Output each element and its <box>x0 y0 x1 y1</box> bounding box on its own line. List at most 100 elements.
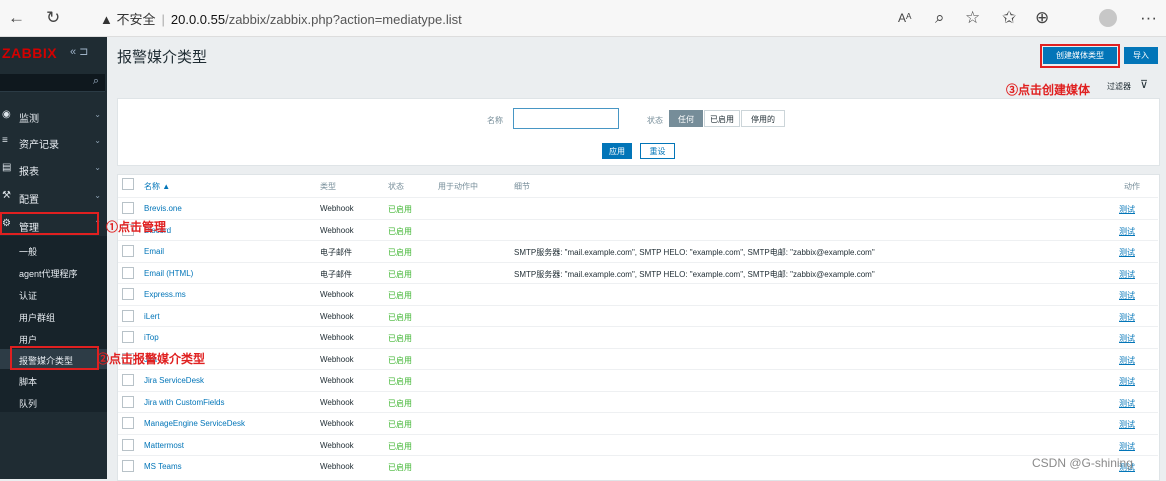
zabbix-logo[interactable]: ZABBIX <box>2 45 57 61</box>
row-test-link[interactable]: 测试 <box>1119 247 1135 258</box>
row-status[interactable]: 已启用 <box>388 462 412 473</box>
row-test-link[interactable]: 测试 <box>1119 226 1135 237</box>
row-checkbox[interactable] <box>122 245 134 257</box>
row-test-link[interactable]: 测试 <box>1119 398 1135 409</box>
select-all-checkbox[interactable] <box>122 178 134 190</box>
header-used-in-actions: 用于动作中 <box>438 182 478 191</box>
row-name-link[interactable]: iTop <box>144 333 159 342</box>
apply-button[interactable]: 应用 <box>602 143 632 159</box>
row-status[interactable]: 已启用 <box>388 247 412 258</box>
submenu-item-authentication[interactable]: 认证 <box>0 284 107 304</box>
row-type: 电子邮件 <box>320 248 352 257</box>
watermark: CSDN @G-shining <box>1032 456 1133 470</box>
row-details: SMTP服务器: "mail.example.com", SMTP HELO: … <box>514 269 875 279</box>
row-test-link[interactable]: 测试 <box>1119 355 1135 366</box>
status-disabled-option[interactable]: 停用的 <box>741 110 785 127</box>
table-row: Email (HTML) 电子邮件 已启用 SMTP服务器: "mail.exampl… <box>118 261 1158 284</box>
reset-button[interactable]: 重设 <box>640 143 675 159</box>
row-test-link[interactable]: 测试 <box>1119 441 1135 452</box>
sidebar-item-inventory[interactable]: ≡ 资产记录 ⌄ <box>0 130 107 154</box>
sidebar-search-input[interactable]: ⌕ <box>0 74 105 92</box>
row-type: Webhook <box>320 225 354 235</box>
import-button[interactable]: 导入 <box>1124 47 1158 64</box>
filter-icon[interactable]: ⊽ <box>1140 78 1148 91</box>
sidebar-item-monitoring[interactable]: ◉ 监测 ⌄ <box>0 104 107 128</box>
row-checkbox[interactable] <box>122 374 134 386</box>
filter-name-label: 名称 <box>487 116 503 125</box>
row-name-link[interactable]: Email <box>144 247 164 256</box>
profile-icon[interactable] <box>1099 9 1117 27</box>
chevron-down-icon: ⌄ <box>94 136 101 145</box>
row-test-link[interactable]: 测试 <box>1119 204 1135 215</box>
status-any-option[interactable]: 任何 <box>669 110 703 127</box>
table-row: Email 电子邮件 已启用 SMTP服务器: "mail.example.com",… <box>118 240 1158 262</box>
sidebar-item-configuration[interactable]: ⚒ 配置 ⌄ <box>0 185 107 209</box>
row-status[interactable]: 已启用 <box>388 441 412 452</box>
row-type: Webhook <box>320 311 354 321</box>
table-row: Jira ServiceDesk Webhook 已启用 测试 <box>118 369 1158 391</box>
row-status[interactable]: 已启用 <box>388 355 412 366</box>
row-checkbox[interactable] <box>122 309 134 322</box>
row-status[interactable]: 已启用 <box>388 419 412 430</box>
submenu-item-general[interactable]: 一般 <box>0 240 107 260</box>
row-status[interactable]: 已启用 <box>388 204 412 215</box>
annotation-box-administration <box>0 212 99 235</box>
table-row: ManageEngine ServiceDesk Webhook 已启用 测试 <box>118 412 1158 434</box>
status-enabled-option[interactable]: 已启用 <box>704 110 740 127</box>
row-name-link[interactable]: ManageEngine ServiceDesk <box>144 419 245 428</box>
submenu-item-users[interactable]: 用户 <box>0 328 107 348</box>
row-status[interactable]: 已启用 <box>388 290 412 301</box>
row-test-link[interactable]: 测试 <box>1119 376 1135 387</box>
row-checkbox[interactable] <box>122 460 134 472</box>
submenu-item-queue[interactable]: 队列 <box>0 392 107 412</box>
search-icon: ⌕ <box>92 75 99 87</box>
row-name-link[interactable]: Email (HTML) <box>144 269 193 278</box>
row-name-link[interactable]: Brevis.one <box>144 204 182 213</box>
collections-icon[interactable]: ⊕ <box>1035 8 1049 28</box>
row-status[interactable]: 已启用 <box>388 333 412 344</box>
sidebar-item-reports[interactable]: ▤ 报表 ⌄ <box>0 157 107 181</box>
row-checkbox[interactable] <box>122 331 134 343</box>
read-aloud-icon[interactable]: Aᴬ <box>898 8 911 28</box>
row-type: Webhook <box>320 419 354 428</box>
row-name-link[interactable]: Jira with CustomFields <box>144 398 224 407</box>
arrow-left-icon[interactable]: ← <box>8 8 25 28</box>
row-name-link[interactable]: MS Teams <box>144 462 182 471</box>
row-test-link[interactable]: 测试 <box>1119 290 1135 301</box>
row-status[interactable]: 已启用 <box>388 398 412 409</box>
favorites-icon[interactable]: ✩ <box>1002 8 1016 28</box>
row-type: Webhook <box>320 333 354 342</box>
filter-name-input[interactable] <box>513 108 619 129</box>
zoom-icon[interactable]: ⌕ <box>935 8 945 28</box>
more-icon[interactable]: ··· <box>1140 8 1157 28</box>
row-name-link[interactable]: iLert <box>144 312 160 321</box>
annotation-box-create <box>1040 44 1120 68</box>
row-name-link[interactable]: Express.ms <box>144 290 186 299</box>
address-bar[interactable]: ▲ 不安全 | 20.0.0.55/zabbix/zabbix.php?action… <box>100 9 462 28</box>
row-test-link[interactable]: 测试 <box>1119 419 1135 430</box>
filter-tab[interactable]: 过滤器 <box>1107 81 1131 92</box>
row-checkbox[interactable] <box>122 438 134 451</box>
row-test-link[interactable]: 测试 <box>1119 269 1135 280</box>
add-favorite-icon[interactable]: ☆ <box>965 8 980 28</box>
row-checkbox[interactable] <box>122 202 134 214</box>
row-checkbox[interactable] <box>122 266 134 279</box>
header-name[interactable]: 名称 ▲ <box>144 181 170 192</box>
submenu-item-user-groups[interactable]: 用户群组 <box>0 306 107 326</box>
row-checkbox[interactable] <box>122 288 134 300</box>
row-status[interactable]: 已启用 <box>388 312 412 323</box>
row-test-link[interactable]: 测试 <box>1119 333 1135 344</box>
row-checkbox[interactable] <box>122 417 134 429</box>
reload-icon[interactable]: ↻ <box>46 8 60 28</box>
row-checkbox[interactable] <box>122 395 134 408</box>
row-status[interactable]: 已启用 <box>388 376 412 387</box>
submenu-item-scripts[interactable]: 脚本 <box>0 370 107 390</box>
row-status[interactable]: 已启用 <box>388 269 412 280</box>
row-name-link[interactable]: Mattermost <box>144 441 184 450</box>
row-name-link[interactable]: Jira ServiceDesk <box>144 376 204 385</box>
row-test-link[interactable]: 测试 <box>1119 312 1135 323</box>
collapse-sidebar-icon[interactable]: « ⊐ <box>70 45 88 58</box>
submenu-item-proxies[interactable]: agent代理程序 <box>0 262 107 282</box>
row-status[interactable]: 已启用 <box>388 226 412 237</box>
row-type: 电子邮件 <box>320 269 352 279</box>
